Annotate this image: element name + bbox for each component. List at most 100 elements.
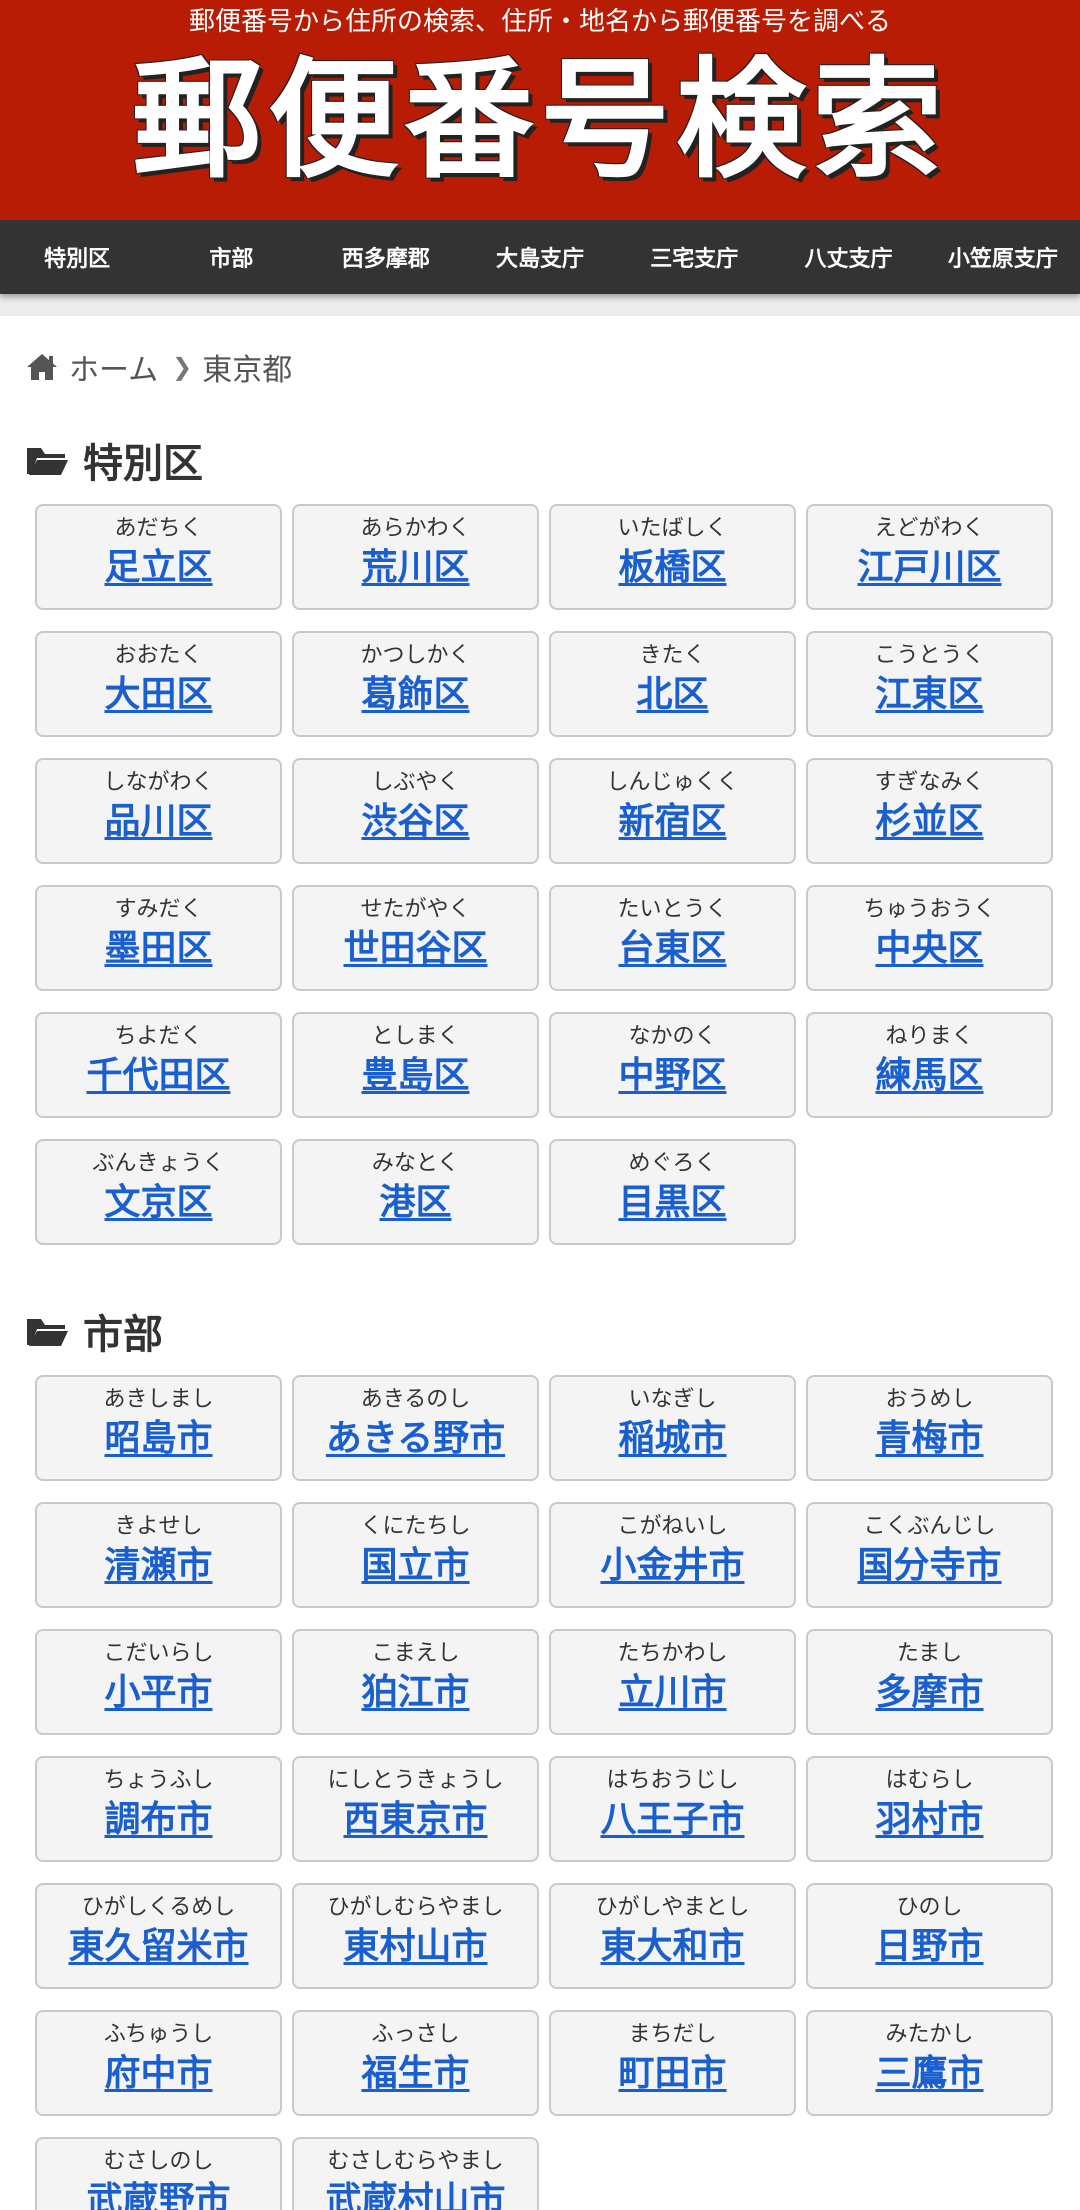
municipality-card[interactable]: こうとうく 江東区 [806, 631, 1053, 737]
municipality-card[interactable]: おうめし 青梅市 [806, 1375, 1053, 1481]
municipality-card[interactable]: こくぶんじし 国分寺市 [806, 1502, 1053, 1608]
municipality-card[interactable]: ふちゅうし 府中市 [35, 2010, 282, 2116]
municipality-card[interactable]: しぶやく 渋谷区 [292, 758, 539, 864]
municipality-card[interactable]: あだちく 足立区 [35, 504, 282, 610]
municipality-card[interactable]: くにたちし 国立市 [292, 1502, 539, 1608]
municipality-card[interactable]: いなぎし 稲城市 [549, 1375, 796, 1481]
municipality-card[interactable]: せたがやく 世田谷区 [292, 885, 539, 991]
municipality-card[interactable]: ちよだく 千代田区 [35, 1012, 282, 1118]
municipality-link[interactable]: 港区 [379, 1179, 451, 1227]
municipality-card[interactable]: まちだし 町田市 [549, 2010, 796, 2116]
municipality-card[interactable]: ひがしくるめし 東久留米市 [35, 1883, 282, 1989]
municipality-card[interactable]: きたく 北区 [549, 631, 796, 737]
municipality-link[interactable]: 狛江市 [361, 1669, 469, 1717]
municipality-link[interactable]: 練馬区 [875, 1052, 983, 1100]
municipality-card[interactable]: としまく 豊島区 [292, 1012, 539, 1118]
municipality-link[interactable]: 小平市 [104, 1669, 212, 1717]
municipality-card[interactable]: こだいらし 小平市 [35, 1629, 282, 1735]
municipality-card[interactable]: かつしかく 葛飾区 [292, 631, 539, 737]
municipality-card[interactable]: ちゅうおうく 中央区 [806, 885, 1053, 991]
municipality-card[interactable]: いたばしく 板橋区 [549, 504, 796, 610]
municipality-card[interactable]: ちょうふし 調布市 [35, 1756, 282, 1862]
municipality-link[interactable]: 東久留米市 [68, 1923, 248, 1971]
nav-item-cities[interactable]: 市部 [154, 220, 308, 294]
municipality-card[interactable]: ひのし 日野市 [806, 1883, 1053, 1989]
municipality-card[interactable]: たちかわし 立川市 [549, 1629, 796, 1735]
municipality-link[interactable]: 大田区 [104, 671, 212, 719]
municipality-link[interactable]: 北区 [636, 671, 708, 719]
municipality-link[interactable]: 豊島区 [361, 1052, 469, 1100]
municipality-card[interactable]: ふっさし 福生市 [292, 2010, 539, 2116]
municipality-card[interactable]: こまえし 狛江市 [292, 1629, 539, 1735]
municipality-card[interactable]: あきしまし 昭島市 [35, 1375, 282, 1481]
municipality-link[interactable]: 渋谷区 [361, 798, 469, 846]
municipality-card[interactable]: はちおうじし 八王子市 [549, 1756, 796, 1862]
municipality-link[interactable]: 台東区 [618, 925, 726, 973]
municipality-link[interactable]: 新宿区 [618, 798, 726, 846]
municipality-card[interactable]: たまし 多摩市 [806, 1629, 1053, 1735]
municipality-link[interactable]: 中央区 [875, 925, 983, 973]
municipality-link[interactable]: 江東区 [875, 671, 983, 719]
municipality-link[interactable]: 目黒区 [618, 1179, 726, 1227]
nav-item-oshima[interactable]: 大島支庁 [463, 220, 617, 294]
municipality-card[interactable]: こがねいし 小金井市 [549, 1502, 796, 1608]
nav-item-miyake[interactable]: 三宅支庁 [617, 220, 771, 294]
municipality-card[interactable]: むさしむらやまし 武蔵村山市 [292, 2137, 539, 2210]
municipality-card[interactable]: ひがしむらやまし 東村山市 [292, 1883, 539, 1989]
municipality-link[interactable]: 国分寺市 [857, 1542, 1001, 1590]
municipality-link[interactable]: 府中市 [104, 2050, 212, 2098]
municipality-link[interactable]: 世田谷区 [343, 925, 487, 973]
municipality-card[interactable]: すみだく 墨田区 [35, 885, 282, 991]
municipality-link[interactable]: 文京区 [104, 1179, 212, 1227]
municipality-link[interactable]: 板橋区 [618, 544, 726, 592]
nav-item-hachijo[interactable]: 八丈支庁 [771, 220, 925, 294]
municipality-link[interactable]: 千代田区 [86, 1052, 230, 1100]
nav-item-nishitama[interactable]: 西多摩郡 [309, 220, 463, 294]
municipality-link[interactable]: 東大和市 [600, 1923, 744, 1971]
municipality-link[interactable]: 小金井市 [600, 1542, 744, 1590]
municipality-link[interactable]: 杉並区 [875, 798, 983, 846]
municipality-card[interactable]: たいとうく 台東区 [549, 885, 796, 991]
municipality-link[interactable]: 昭島市 [104, 1415, 212, 1463]
municipality-card[interactable]: めぐろく 目黒区 [549, 1139, 796, 1245]
municipality-card[interactable]: ひがしやまとし 東大和市 [549, 1883, 796, 1989]
municipality-link[interactable]: 稲城市 [618, 1415, 726, 1463]
municipality-link[interactable]: 葛飾区 [361, 671, 469, 719]
nav-item-ogasawara[interactable]: 小笠原支庁 [926, 220, 1080, 294]
municipality-link[interactable]: 福生市 [361, 2050, 469, 2098]
municipality-link[interactable]: 調布市 [104, 1796, 212, 1844]
municipality-link[interactable]: 多摩市 [875, 1669, 983, 1717]
municipality-card[interactable]: えどがわく 江戸川区 [806, 504, 1053, 610]
municipality-card[interactable]: にしとうきょうし 西東京市 [292, 1756, 539, 1862]
municipality-link[interactable]: 江戸川区 [857, 544, 1001, 592]
municipality-link[interactable]: 青梅市 [875, 1415, 983, 1463]
municipality-link[interactable]: 町田市 [618, 2050, 726, 2098]
nav-item-special-wards[interactable]: 特別区 [0, 220, 154, 294]
municipality-link[interactable]: 日野市 [875, 1923, 983, 1971]
municipality-link[interactable]: 中野区 [618, 1052, 726, 1100]
municipality-link[interactable]: 三鷹市 [875, 2050, 983, 2098]
municipality-card[interactable]: おおたく 大田区 [35, 631, 282, 737]
municipality-link[interactable]: 墨田区 [104, 925, 212, 973]
municipality-link[interactable]: 清瀬市 [104, 1542, 212, 1590]
municipality-link[interactable]: 足立区 [104, 544, 212, 592]
municipality-card[interactable]: きよせし 清瀬市 [35, 1502, 282, 1608]
municipality-card[interactable]: ぶんきょうく 文京区 [35, 1139, 282, 1245]
municipality-link[interactable]: 羽村市 [875, 1796, 983, 1844]
municipality-link[interactable]: 武蔵野市 [86, 2177, 230, 2210]
municipality-link[interactable]: 国立市 [361, 1542, 469, 1590]
municipality-card[interactable]: むさしのし 武蔵野市 [35, 2137, 282, 2210]
breadcrumb-home[interactable]: ホーム [69, 345, 158, 389]
municipality-link[interactable]: 荒川区 [361, 544, 469, 592]
municipality-card[interactable]: みたかし 三鷹市 [806, 2010, 1053, 2116]
municipality-link[interactable]: 東村山市 [343, 1923, 487, 1971]
municipality-card[interactable]: あらかわく 荒川区 [292, 504, 539, 610]
municipality-card[interactable]: みなとく 港区 [292, 1139, 539, 1245]
municipality-link[interactable]: 品川区 [104, 798, 212, 846]
municipality-card[interactable]: はむらし 羽村市 [806, 1756, 1053, 1862]
municipality-card[interactable]: なかのく 中野区 [549, 1012, 796, 1118]
municipality-link[interactable]: 武蔵村山市 [325, 2177, 505, 2210]
municipality-link[interactable]: 西東京市 [343, 1796, 487, 1844]
municipality-card[interactable]: あきるのし あきる野市 [292, 1375, 539, 1481]
site-title[interactable]: 郵便番号検索 [0, 40, 1080, 200]
